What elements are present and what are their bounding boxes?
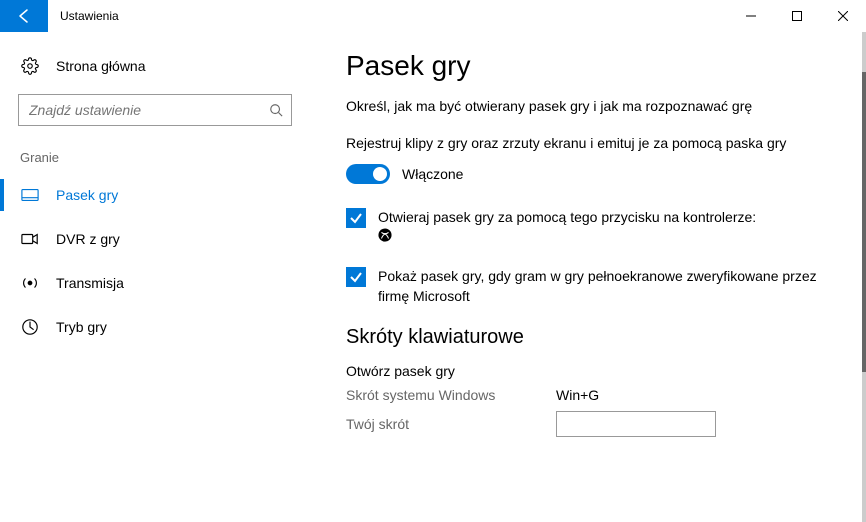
checkbox-fullscreen[interactable] <box>346 267 366 287</box>
window-title: Ustawienia <box>48 0 119 32</box>
broadcast-icon <box>20 273 40 293</box>
sidebar-item-label: Tryb gry <box>56 319 107 335</box>
back-button[interactable] <box>0 0 48 32</box>
open-bar-label: Otwórz pasek gry <box>346 363 556 379</box>
gear-icon <box>20 56 40 76</box>
sidebar-group-label: Granie <box>0 126 310 173</box>
page-lead: Określ, jak ma być otwierany pasek gry i… <box>346 98 836 114</box>
sys-shortcut-value: Win+G <box>556 387 599 403</box>
your-shortcut-input[interactable] <box>556 411 716 437</box>
shortcuts-heading: Skróty klawiaturowe <box>346 326 836 349</box>
checkbox-controller-label: Otwieraj pasek gry za pomocą tego przyci… <box>378 208 756 248</box>
page-title: Pasek gry <box>346 50 836 82</box>
maximize-button[interactable] <box>774 0 820 32</box>
game-bar-icon <box>20 185 40 205</box>
search-input[interactable] <box>19 102 261 118</box>
record-description: Rejestruj klipy z gry oraz zrzuty ekranu… <box>346 134 836 154</box>
checkbox-controller-button[interactable] <box>346 208 366 228</box>
game-mode-icon <box>20 317 40 337</box>
home-link[interactable]: Strona główna <box>0 44 310 88</box>
your-shortcut-label: Twój skrót <box>346 416 556 432</box>
scrollbar-thumb[interactable] <box>862 72 866 372</box>
sidebar-item-label: Transmisja <box>56 275 124 291</box>
sidebar-item-broadcast[interactable]: Transmisja <box>0 261 310 305</box>
sidebar-item-label: DVR z gry <box>56 231 120 247</box>
sidebar-item-dvr[interactable]: DVR z gry <box>0 217 310 261</box>
sys-shortcut-label: Skrót systemu Windows <box>346 387 556 403</box>
dvr-icon <box>20 229 40 249</box>
minimize-button[interactable] <box>728 0 774 32</box>
close-button[interactable] <box>820 0 866 32</box>
xbox-icon <box>378 228 392 248</box>
sidebar-item-label: Pasek gry <box>56 187 118 203</box>
sidebar-item-game-mode[interactable]: Tryb gry <box>0 305 310 349</box>
sidebar-item-game-bar[interactable]: Pasek gry <box>0 173 310 217</box>
search-icon <box>261 103 291 117</box>
home-label: Strona główna <box>56 58 146 74</box>
search-box[interactable] <box>18 94 292 126</box>
checkbox-fullscreen-label: Pokaż pasek gry, gdy gram w gry pełnoekr… <box>378 267 836 306</box>
toggle-state-label: Włączone <box>402 166 463 182</box>
record-toggle[interactable] <box>346 164 390 184</box>
